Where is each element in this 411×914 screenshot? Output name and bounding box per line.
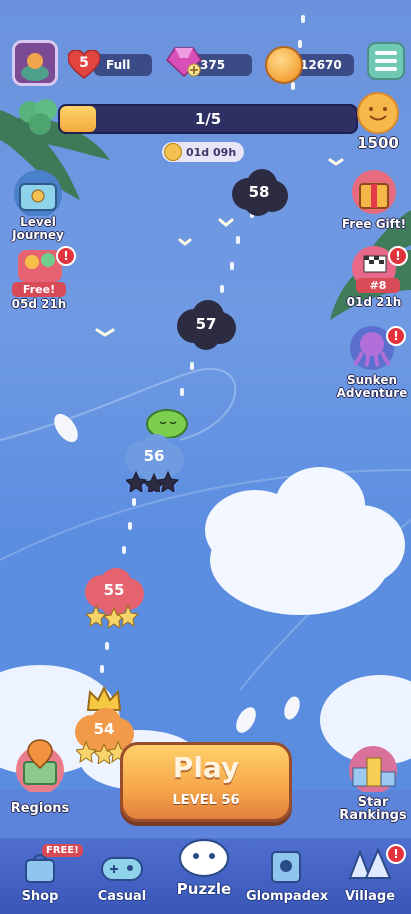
level-journey-button[interactable]: Level Journey [6, 168, 70, 242]
alert-badge: ! [56, 246, 76, 266]
nav-village[interactable]: ! Village [330, 844, 410, 910]
star-rating [124, 470, 182, 496]
race-button[interactable]: ! #8 01d 21h [340, 244, 408, 316]
gamepad-icon [101, 857, 143, 881]
event-timer: 01d 09h [162, 142, 245, 162]
shop-free-badge: FREE! [42, 844, 83, 857]
reward-sun-icon[interactable] [352, 90, 404, 136]
gift-icon [352, 170, 396, 214]
regions-button[interactable]: Regions [6, 736, 74, 816]
sunken-label: Sunken Adventure [336, 373, 408, 400]
podium-icon [349, 746, 397, 794]
gem-icon [166, 46, 202, 78]
nav-casual[interactable]: Casual [82, 844, 162, 910]
alert-badge: ! [386, 326, 406, 346]
level-number: 57 [195, 315, 217, 333]
menu-button[interactable] [367, 42, 405, 80]
event-progress-bar: 1/5 [58, 104, 358, 134]
map-screen: Full 5 375 12670 1/5 01d 09h 1500 Level … [0, 0, 411, 914]
nav-shop[interactable]: FREE! Shop [0, 844, 83, 910]
rank-tag: #8 [356, 278, 400, 293]
event-timer-text: 01d 09h [186, 145, 237, 159]
gems-count: 375 [200, 58, 226, 72]
nav-label: Village [344, 889, 396, 904]
regions-label: Regions [10, 801, 70, 816]
level-node-57[interactable]: 57 [174, 296, 238, 352]
nav-label: Shop [21, 889, 59, 904]
lives-panel[interactable]: Full [94, 54, 152, 76]
star-rankings-label: Star Rankings [339, 795, 407, 823]
nav-label: Puzzle [176, 880, 232, 898]
free-offer-button[interactable]: ! Free! 05d 21h [6, 240, 76, 312]
lives-status: Full [106, 58, 131, 72]
star-rankings-button[interactable]: Star Rankings [336, 744, 410, 824]
coin-icon [265, 46, 303, 84]
coins-count: 12670 [300, 58, 342, 72]
progress-text: 1/5 [194, 110, 222, 128]
level-number: 55 [103, 581, 125, 599]
free-gift-button[interactable]: Free Gift! [340, 166, 408, 234]
alert-badge: ! [386, 844, 406, 864]
free-gift-label: Free Gift! [341, 217, 407, 231]
nav-glompadex[interactable]: Glompadex [246, 844, 329, 910]
bottom-nav: FREE! Shop Casual Puzzle Glompadex ! Vil… [0, 838, 411, 914]
clock-icon [164, 143, 182, 161]
nav-puzzle[interactable]: Puzzle [164, 830, 244, 910]
alert-badge: ! [388, 246, 408, 266]
reward-amount: 1500 [357, 134, 399, 152]
free-tag: Free! [12, 282, 66, 297]
rank-timer: 01d 21h [346, 295, 402, 309]
level-number: 56 [143, 447, 165, 465]
level-number: 54 [93, 720, 115, 738]
lives-count: 5 [79, 55, 89, 71]
level-node-58[interactable]: 58 [228, 166, 290, 218]
sunken-adventure-button[interactable]: ! Sunken Adventure [336, 322, 408, 400]
nav-label: Casual [97, 889, 147, 904]
cloud-decor [205, 467, 405, 615]
map-icon [16, 739, 64, 794]
play-title: Play [172, 751, 240, 784]
level-number: 58 [248, 183, 270, 201]
nav-label: Glompadex [246, 889, 329, 904]
heart-icon: 5 [67, 49, 101, 80]
free-timer: 05d 21h [11, 297, 67, 311]
level-journey-label: Level Journey [12, 215, 64, 242]
play-level: LEVEL 56 [172, 793, 240, 808]
puzzle-glomp-icon [179, 839, 229, 877]
play-button[interactable]: Play LEVEL 56 [120, 742, 292, 822]
star-rating [84, 604, 142, 630]
player-avatar[interactable] [12, 40, 58, 86]
book-icon [271, 851, 301, 883]
treasure-chest-icon [14, 170, 62, 218]
